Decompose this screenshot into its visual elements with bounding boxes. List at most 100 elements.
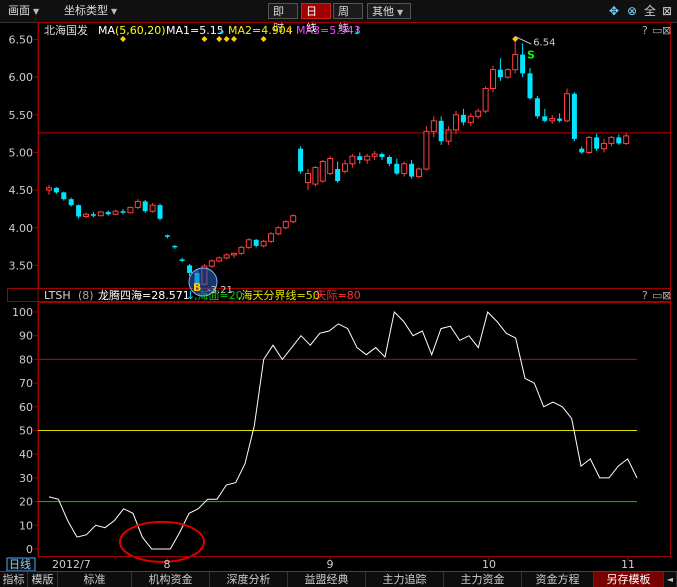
candle-body <box>601 142 607 150</box>
x-month-label: 9 <box>327 558 334 571</box>
ind-help-icon[interactable]: ? <box>642 289 648 302</box>
tab-funds-equation[interactable]: 资金方程 <box>522 572 594 587</box>
move-icon[interactable]: ✥ <box>606 3 622 19</box>
tab-template[interactable]: 模版 <box>28 572 58 587</box>
ind-minimize-icon[interactable]: ▭ <box>652 289 662 302</box>
candle-body <box>534 98 540 117</box>
help-icon[interactable]: ? <box>642 24 648 37</box>
price-tick-label: 3.50 <box>9 259 34 272</box>
weekly-button[interactable]: 周线 <box>333 3 363 34</box>
indicator-tick-label: 0 <box>26 543 33 556</box>
candle-body <box>312 167 319 185</box>
coord-type-label: 坐标类型 <box>64 4 108 17</box>
indicator-plot <box>38 310 638 563</box>
x-month-label: 11 <box>621 558 635 571</box>
candle-body <box>179 259 185 261</box>
candle-body <box>549 118 556 122</box>
chart-canvas[interactable]: 北海国发 MA (5,60,20) MA1=5.15 ↓ MA2=4.904 ↑… <box>0 22 677 571</box>
price-tick-label: 4.00 <box>9 222 34 235</box>
fullscreen-button[interactable]: 全 <box>642 3 658 19</box>
coord-type-button[interactable]: 坐标类型 ▼ <box>60 3 121 19</box>
x-month-label: 8 <box>164 558 171 571</box>
candle-body <box>490 69 496 89</box>
candle-body <box>520 54 526 74</box>
candle-body <box>430 120 437 132</box>
candle-body <box>97 211 104 217</box>
candle-body <box>504 69 511 78</box>
daily-button[interactable]: 日线 <box>301 3 331 34</box>
candle-body <box>379 153 385 157</box>
candle-body <box>127 206 134 214</box>
high-price-label: 6.54 <box>533 38 555 49</box>
candle-body <box>349 155 356 165</box>
chevron-down-icon: ▼ <box>111 7 118 16</box>
price-plot: B -3.21 6.54S <box>38 36 670 297</box>
period-label: 日线 <box>9 557 31 571</box>
intraday-button[interactable]: 即时 <box>268 3 298 34</box>
tab-deep-analysis[interactable]: 深度分析 <box>210 572 288 587</box>
tab-institution-funds[interactable]: 机构资金 <box>132 572 210 587</box>
candle-body <box>157 205 163 219</box>
minimize-icon[interactable]: ▭ <box>652 24 662 37</box>
ma-label: MA <box>98 24 115 37</box>
candle-body <box>467 115 474 123</box>
candle-body <box>445 129 452 142</box>
candle-body <box>53 187 59 193</box>
candle-body <box>423 130 430 170</box>
menu-button[interactable]: 画面 ▼ <box>4 3 43 19</box>
candle-body <box>68 199 74 206</box>
candle-body <box>253 239 259 246</box>
candle-body <box>275 227 282 235</box>
ma1-arrow: ↓ <box>217 24 226 37</box>
candle-body <box>164 235 170 237</box>
buy-marker: B <box>193 281 201 294</box>
sky-divider-label: ,海天分界线=50 <box>238 288 320 302</box>
candle-body <box>564 93 570 122</box>
candle-body <box>149 204 156 212</box>
price-tick-label: 5.00 <box>9 146 34 159</box>
tab-main-funds-label: 主力资金 <box>460 573 505 586</box>
candle-body <box>401 163 408 175</box>
candle-body <box>371 153 378 157</box>
tab-main-tracking[interactable]: 主力追踪 <box>366 572 444 587</box>
tab-save-template-label: 另存模板 <box>606 573 651 586</box>
candle-body <box>238 246 245 254</box>
candle-body <box>290 215 297 223</box>
candle-body <box>305 173 311 184</box>
candle-body <box>571 93 577 139</box>
candle-body <box>46 187 52 191</box>
tab-classic[interactable]: 益盟经典 <box>288 572 366 587</box>
panel-close-icon[interactable]: ⊠ <box>662 24 671 37</box>
indicator-name: LTSH <box>44 289 71 302</box>
close-icon[interactable]: ⊠ <box>659 3 675 19</box>
indicator-tick-label: 20 <box>19 496 33 509</box>
candle-body <box>216 257 223 262</box>
candle-body <box>512 54 519 71</box>
ma3-arrow: ↓ <box>353 24 362 37</box>
stock-name: 北海国发 <box>44 23 88 37</box>
tab-main-tracking-label: 主力追踪 <box>382 573 427 586</box>
ind-close-icon[interactable]: ⊠ <box>662 289 671 302</box>
lock-icon[interactable]: ⊗ <box>624 3 640 19</box>
chevron-down-icon: ▼ <box>33 7 40 16</box>
tab-standard[interactable]: 标准 <box>58 572 132 587</box>
indicator-panel-frame <box>38 302 671 557</box>
tab-indicator[interactable]: 指标 <box>0 572 28 587</box>
tab-save-template[interactable]: 另存模板 <box>594 572 664 587</box>
candle-body <box>579 148 585 153</box>
candle-body <box>497 69 503 78</box>
candle-body <box>61 192 67 200</box>
candle-body <box>172 245 178 248</box>
ma2-value: MA2=4.904 <box>228 24 293 37</box>
other-periods-button[interactable]: 其他 ▼ <box>367 3 411 19</box>
candle-body <box>475 110 482 117</box>
indicator-tick-label: 80 <box>19 353 33 366</box>
candle-body <box>298 148 304 172</box>
full-label: 全 <box>643 4 656 18</box>
tab-scroll-arrows[interactable]: ◄ <box>664 572 677 587</box>
candle-body <box>357 156 363 160</box>
candle-body <box>335 169 341 182</box>
indicator-tick-label: 70 <box>19 377 33 390</box>
candle-body <box>112 210 119 215</box>
tab-main-funds[interactable]: 主力资金 <box>444 572 522 587</box>
